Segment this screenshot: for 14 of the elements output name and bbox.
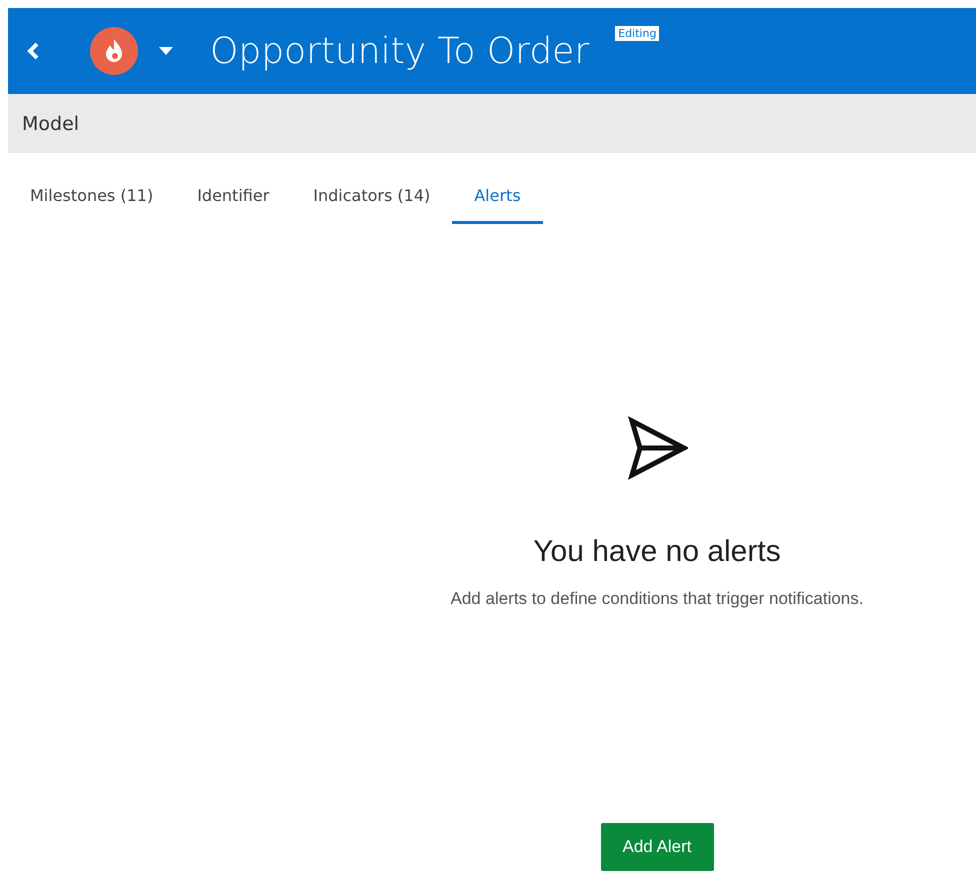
add-alert-button[interactable]: Add Alert [600, 823, 714, 871]
send-icon [626, 415, 688, 481]
back-icon[interactable] [26, 41, 40, 61]
tab[interactable]: Indicators (14) [291, 177, 452, 224]
caret-icon[interactable] [158, 46, 174, 56]
tab[interactable]: Alerts [452, 177, 543, 224]
tab[interactable]: Identifier [175, 177, 292, 224]
empty-heading: You have no alerts [533, 535, 781, 569]
logo-icon[interactable] [90, 27, 138, 75]
section-title: Model [22, 112, 80, 134]
status-badge: Editing [615, 26, 660, 41]
page-title: Opportunity To Order [210, 30, 590, 72]
empty-message: Add alerts to define conditions that trigger notifications. [450, 589, 864, 609]
tab[interactable]: Milestones (11) [8, 177, 176, 224]
